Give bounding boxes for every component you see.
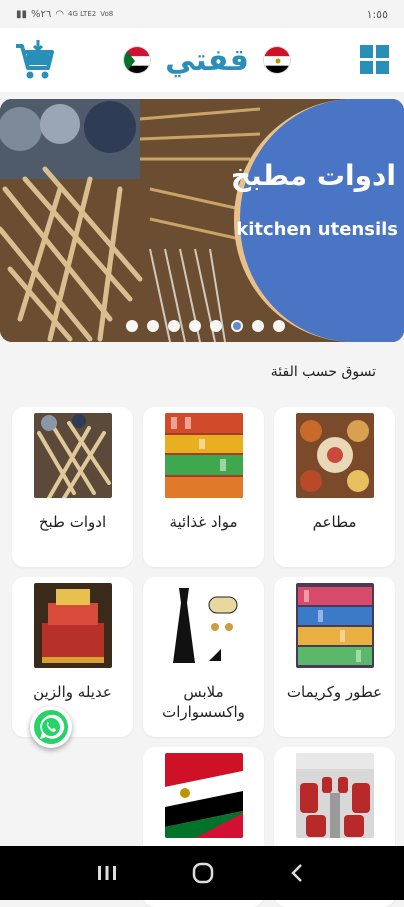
wifi-icon: ◠ — [55, 9, 64, 20]
egypt-flag-icon — [263, 46, 291, 74]
grocery-shelves-image — [165, 413, 243, 498]
carousel-dot[interactable] — [273, 320, 285, 332]
menu-button[interactable] — [360, 45, 390, 75]
category-grid: ادوات طبخ مواد غذائية مطاعم — [12, 407, 392, 907]
restaurant-food-image — [296, 413, 374, 498]
carousel-dot[interactable] — [252, 320, 264, 332]
category-card[interactable]: ملابس واكسسوارات — [143, 577, 264, 737]
category-card[interactable]: عطور وكريمات — [274, 577, 395, 737]
carousel-dot[interactable] — [126, 320, 138, 332]
category-card[interactable]: مطاعم — [274, 407, 395, 567]
carousel-dot[interactable] — [210, 320, 222, 332]
wooden-utensils-image — [34, 413, 112, 498]
dress-accessories-image — [165, 583, 243, 668]
wedding-gift-tray-image — [34, 583, 112, 668]
battery-label: %٢٦ — [31, 9, 51, 20]
status-icons: ▮▮ %٢٦ ◠ 4G LTE2 Vo8 — [16, 9, 113, 20]
promo-banner[interactable]: ادوات مطبخ kitchen utensils — [0, 99, 404, 342]
category-label: عطور وكريمات — [287, 682, 382, 702]
status-bar: ▮▮ %٢٦ ◠ 4G LTE2 Vo8 ١:٥٥ — [0, 0, 404, 28]
category-label: ملابس واكسسوارات — [143, 682, 264, 722]
category-label: مطاعم — [313, 512, 357, 532]
network-label: 4G LTE2 — [68, 10, 96, 18]
back-icon[interactable] — [288, 862, 308, 884]
cart-icon — [14, 38, 54, 82]
carousel-dots — [126, 320, 285, 332]
bus-interior-image — [296, 753, 374, 838]
logo-text: قفتي — [165, 43, 249, 78]
category-card[interactable]: عديله والزين — [12, 577, 133, 737]
perfume-shelves-image — [296, 583, 374, 668]
recent-apps-icon[interactable] — [96, 863, 118, 883]
category-label: عديله والزين — [33, 682, 112, 702]
grid-icon — [360, 45, 390, 75]
section-title: تسوق حسب الفئة — [271, 364, 376, 380]
cart-button[interactable] — [14, 38, 54, 82]
category-label: ادوات طبخ — [39, 512, 106, 532]
category-label: مواد غذائية — [169, 512, 237, 532]
whatsapp-button[interactable] — [30, 706, 72, 748]
banner-title-ar: ادوات مطبخ — [231, 159, 396, 192]
carousel-dot[interactable] — [168, 320, 180, 332]
volte-label: Vo8 — [100, 10, 113, 18]
carousel-dot[interactable] — [189, 320, 201, 332]
whatsapp-icon — [32, 708, 70, 746]
signal-icon: ▮▮ — [16, 9, 27, 20]
system-nav-bar — [0, 846, 404, 900]
status-time: ١:٥٥ — [367, 8, 388, 21]
category-card[interactable]: ادوات طبخ — [12, 407, 133, 567]
banner-title-en: kitchen utensils — [236, 219, 398, 240]
egypt-sudan-flags-image — [165, 753, 243, 838]
home-icon[interactable] — [191, 861, 215, 885]
carousel-dot-active[interactable] — [231, 320, 243, 332]
logo[interactable]: قفتي — [123, 43, 291, 78]
app-bar: قفتي — [0, 28, 404, 92]
carousel-dot[interactable] — [147, 320, 159, 332]
category-card[interactable]: مواد غذائية — [143, 407, 264, 567]
sudan-flag-icon — [123, 46, 151, 74]
